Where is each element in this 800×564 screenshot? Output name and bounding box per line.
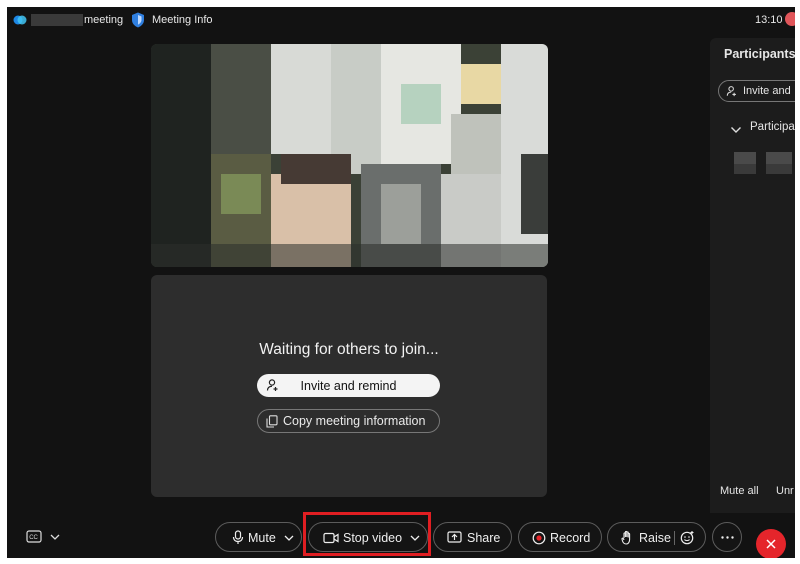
chevron-down-icon: [284, 535, 294, 541]
video-pixel-block: [151, 44, 211, 267]
share-button[interactable]: Share: [433, 522, 512, 552]
invite-and-remind-label: Invite and remind: [300, 379, 397, 393]
microphone-icon: [232, 530, 244, 544]
person-add-icon: [726, 86, 736, 97]
video-pixel-block: [151, 244, 548, 267]
divider: [674, 531, 675, 545]
redacted-text: [734, 152, 756, 164]
video-pixel-block: [461, 64, 501, 104]
redacted-text: [734, 164, 756, 174]
video-pixel-block: [221, 174, 261, 214]
raise-hand-button[interactable]: Raise: [607, 522, 706, 552]
mute-all-button[interactable]: Mute all: [720, 485, 759, 497]
mute-label: Mute: [248, 531, 276, 545]
share-label: Share: [467, 531, 501, 545]
reactions-icon[interactable]: [680, 530, 695, 545]
mute-button[interactable]: Mute: [215, 522, 302, 552]
window-title: meeting: [84, 14, 124, 26]
meeting-window: meeting Meeting Info 13:10 Waiting for o…: [7, 7, 795, 558]
chevron-down-icon[interactable]: [730, 125, 742, 135]
leave-icon: [766, 539, 776, 549]
closed-captions-icon: CC: [26, 530, 42, 543]
raise-label: Raise: [639, 531, 671, 545]
record-icon: [532, 531, 546, 545]
redacted-text: [766, 164, 792, 174]
record-button[interactable]: Record: [518, 522, 602, 552]
leave-meeting-button[interactable]: [756, 529, 786, 558]
participants-group-label[interactable]: Participa: [750, 121, 795, 133]
participants-invite-button[interactable]: Invite and: [718, 80, 795, 102]
shield-icon[interactable]: [131, 12, 145, 28]
clock-time: 13:10: [755, 14, 783, 26]
share-screen-icon: [447, 531, 462, 543]
unmute-all-button[interactable]: Unr: [776, 485, 794, 497]
meeting-info-link[interactable]: Meeting Info: [152, 14, 213, 26]
video-pixel-block: [271, 44, 331, 154]
more-icon: [721, 536, 734, 539]
title-bar: meeting Meeting Info 13:10: [7, 7, 795, 33]
raise-hand-icon: [621, 530, 631, 545]
copy-meeting-info-label: Copy meeting information: [283, 414, 426, 428]
video-pixel-block: [281, 154, 351, 184]
svg-text:CC: CC: [29, 535, 38, 541]
redacted-text: [31, 14, 83, 26]
participants-panel: Participants Invite and Participa Mute a…: [710, 38, 795, 513]
avatar[interactable]: [785, 12, 795, 26]
copy-icon: [266, 415, 278, 428]
waiting-panel: Waiting for others to join... Invite and…: [151, 275, 547, 497]
video-pixel-block: [401, 84, 441, 124]
self-video: [151, 44, 548, 267]
video-pixel-block: [381, 184, 421, 244]
video-pixel-block: [521, 154, 548, 234]
more-options-button[interactable]: [712, 522, 742, 552]
invite-and-remind-button[interactable]: Invite and remind: [257, 374, 440, 397]
participants-invite-label: Invite and: [743, 85, 791, 97]
closed-captions-button[interactable]: CC: [26, 530, 66, 546]
chevron-down-icon: [50, 534, 60, 540]
video-pixel-block: [211, 44, 271, 154]
record-label: Record: [550, 531, 591, 545]
waiting-message: Waiting for others to join...: [259, 341, 439, 358]
participants-title: Participants: [724, 47, 795, 61]
copy-meeting-info-button[interactable]: Copy meeting information: [257, 409, 440, 433]
highlight-box: [303, 512, 431, 556]
webex-logo-icon: [13, 15, 27, 25]
redacted-text: [766, 152, 792, 164]
